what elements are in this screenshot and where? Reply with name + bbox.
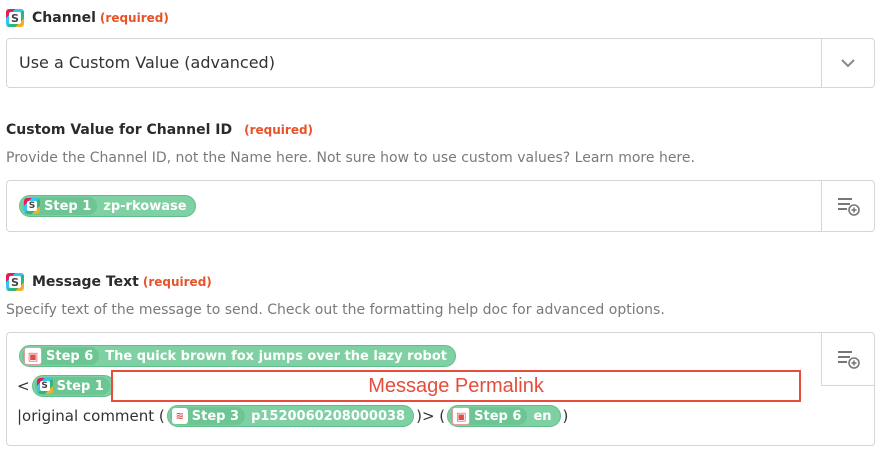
chevron-down-icon — [841, 59, 855, 68]
text-segment: |original comment ( — [17, 407, 165, 425]
step-badge: ≋ Step 3 — [169, 407, 246, 425]
token-value: The quick brown fox jumps over the lazy … — [105, 348, 447, 364]
step-token[interactable]: ▣ Step 6 The quick brown fox jumps over … — [19, 345, 456, 367]
step-token[interactable]: ≋ Step 3 p1520060208000038 — [166, 405, 415, 427]
formatter-app-icon: ≋ — [171, 408, 188, 424]
token-value: p1520060208000038 — [251, 408, 406, 424]
custom-channel-field: Custom Value for Channel ID (required) P… — [6, 120, 875, 232]
required-tag: (required) — [142, 275, 212, 289]
token-value: en — [533, 408, 552, 424]
message-line-3: |original comment ( ≋ Step 3 p1520060208… — [17, 405, 568, 427]
slack-icon — [6, 9, 24, 27]
custom-channel-label: Custom Value for Channel ID — [6, 122, 233, 138]
annotation-box: Message Permalink — [111, 370, 801, 402]
slack-app-icon — [36, 378, 53, 394]
message-line-1: ▣ Step 6 The quick brown fox jumps over … — [19, 345, 456, 367]
step-token[interactable]: Step 1 — [31, 375, 115, 397]
required-tag: (required) — [99, 11, 169, 25]
insert-field-icon — [838, 198, 860, 216]
custom-channel-token-row: Step 1 zp-rkowase — [19, 195, 196, 217]
annotation-label: Message Permalink — [368, 374, 544, 397]
channel-select-value: Use a Custom Value (advanced) — [19, 53, 275, 72]
step-badge: Step 1 — [34, 377, 110, 395]
message-label-row: Message Text (required) — [6, 272, 875, 292]
app-icon: ▣ — [24, 347, 42, 365]
step-badge: ▣ Step 6 — [22, 347, 100, 365]
slack-icon — [6, 273, 24, 291]
step-label: Step 1 — [44, 198, 92, 214]
message-line-2: < Step 1 — [17, 375, 115, 397]
custom-channel-input[interactable]: Step 1 zp-rkowase — [6, 180, 875, 232]
text-segment: )> ( — [416, 407, 446, 425]
token-value: zp-rkowase — [103, 198, 187, 214]
text-prefix: < — [17, 377, 30, 395]
insert-data-button[interactable] — [821, 333, 874, 386]
step-label: Step 6 — [46, 348, 94, 364]
step-label: Step 1 — [56, 378, 104, 394]
insert-field-icon — [838, 351, 860, 369]
message-input[interactable]: ▣ Step 6 The quick brown fox jumps over … — [6, 332, 875, 446]
channel-label-row: Channel (required) — [6, 8, 875, 28]
custom-channel-help: Provide the Channel ID, not the Name her… — [6, 150, 695, 166]
step-label: Step 3 — [191, 408, 240, 424]
message-field: Message Text (required) Specify text of … — [6, 272, 875, 446]
channel-dropdown-toggle[interactable] — [821, 39, 874, 87]
insert-data-button[interactable] — [821, 181, 874, 231]
step-badge: ▣ Step 6 — [450, 407, 528, 425]
step-token[interactable]: ▣ Step 6 en — [447, 405, 561, 427]
channel-select[interactable]: Use a Custom Value (advanced) — [6, 38, 875, 88]
channel-field: Channel (required) Use a Custom Value (a… — [6, 8, 875, 88]
custom-channel-label-row: Custom Value for Channel ID (required) — [6, 120, 875, 140]
step-badge: Step 1 — [22, 197, 98, 215]
app-icon: ▣ — [452, 407, 471, 425]
step-label: Step 6 — [474, 408, 522, 424]
channel-label: Channel — [32, 10, 96, 26]
slack-app-icon — [24, 198, 40, 214]
text-segment: ) — [562, 407, 569, 425]
message-label: Message Text — [32, 274, 139, 290]
required-tag: (required) — [244, 123, 314, 137]
message-help: Specify text of the message to send. Che… — [6, 302, 665, 318]
step-token[interactable]: Step 1 zp-rkowase — [19, 195, 196, 217]
